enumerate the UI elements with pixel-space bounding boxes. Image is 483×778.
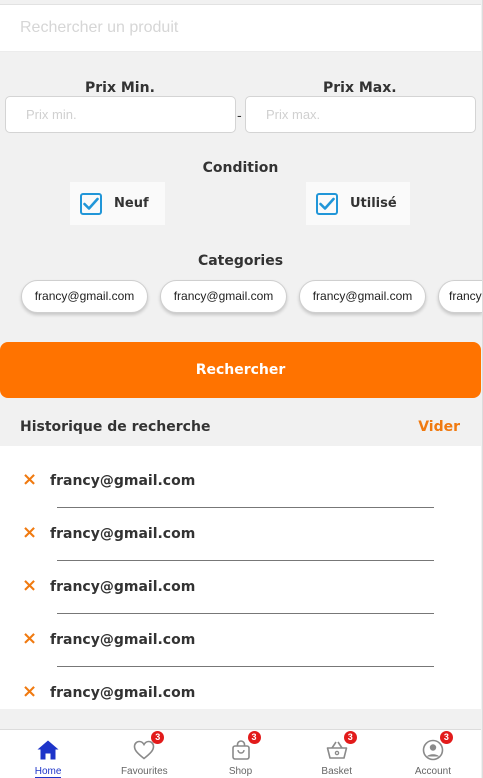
price-max-input[interactable] [245, 96, 476, 133]
price-max-label: Prix Max. [323, 80, 397, 96]
checkbox-checked-icon[interactable] [316, 192, 338, 215]
nav-label: Shop [228, 766, 253, 777]
category-chip[interactable]: francy@gmail.com [160, 280, 287, 313]
condition-option-utilise[interactable]: Utilisé [306, 182, 410, 225]
shopping-bag-icon: 3 [229, 731, 261, 762]
history-item-text[interactable]: francy@gmail.com [50, 579, 195, 595]
nav-item-favourites[interactable]: 3 Favourites [96, 730, 192, 778]
categories-title: Categories [197, 253, 284, 269]
category-chip[interactable]: francy@gmail.com [299, 280, 426, 313]
history-item[interactable]: × francy@gmail.com [0, 456, 481, 509]
history-list: × francy@gmail.com × francy@gmail.com × … [0, 446, 481, 709]
history-item-text[interactable]: francy@gmail.com [50, 632, 195, 648]
history-item-text[interactable]: francy@gmail.com [50, 526, 195, 542]
history-item[interactable]: × francy@gmail.com [0, 509, 481, 562]
history-item[interactable]: × francy@gmail.com [0, 615, 481, 668]
search-input[interactable] [0, 5, 481, 51]
history-item-text[interactable]: francy@gmail.com [50, 685, 195, 701]
divider [57, 507, 434, 508]
remove-icon[interactable]: × [22, 682, 37, 702]
condition-label: Utilisé [350, 196, 397, 211]
notification-badge: 3 [343, 731, 357, 744]
nav-item-account[interactable]: 3 Account [385, 730, 481, 778]
nav-label: Home [34, 766, 62, 778]
notification-badge: 3 [151, 731, 165, 744]
notification-badge: 3 [439, 731, 453, 744]
divider [57, 560, 434, 561]
nav-label: Favourites [120, 766, 168, 777]
remove-icon[interactable]: × [22, 576, 37, 596]
notification-badge: 3 [247, 731, 261, 744]
nav-item-home[interactable]: Home [0, 730, 96, 778]
search-filter-page: Prix Min. Prix Max. - Condition Neuf Uti… [0, 0, 483, 778]
price-separator: - [237, 109, 242, 124]
category-chip[interactable]: francy@gmail.com [21, 280, 148, 313]
price-min-label: Prix Min. [85, 80, 155, 96]
divider [57, 666, 434, 667]
history-title: Historique de recherche [20, 419, 211, 435]
heart-icon: 3 [132, 731, 165, 762]
remove-icon[interactable]: × [22, 629, 37, 649]
search-button[interactable]: Rechercher [0, 342, 481, 398]
divider [57, 613, 434, 614]
condition-option-neuf[interactable]: Neuf [70, 182, 165, 225]
history-item[interactable]: × francy@gmail.com [0, 668, 481, 721]
category-chip[interactable]: francy@gmail.com [438, 280, 482, 313]
account-icon: 3 [421, 731, 453, 762]
remove-icon[interactable]: × [22, 470, 37, 490]
history-item[interactable]: × francy@gmail.com [0, 562, 481, 615]
basket-icon: 3 [325, 731, 357, 762]
checkbox-checked-icon[interactable] [80, 192, 102, 215]
history-item-text[interactable]: francy@gmail.com [50, 473, 195, 489]
nav-label: Basket [321, 766, 352, 777]
bottom-nav: Home 3 Favourites 3 Shop 3 Basket 3 Acco… [0, 729, 481, 778]
clear-history-button[interactable]: Vider [418, 419, 460, 435]
condition-title: Condition [202, 160, 279, 176]
home-icon [36, 738, 60, 762]
nav-item-shop[interactable]: 3 Shop [192, 730, 288, 778]
price-min-input[interactable] [5, 96, 236, 133]
remove-icon[interactable]: × [22, 523, 37, 543]
condition-label: Neuf [114, 196, 149, 211]
search-bar [0, 4, 481, 52]
nav-label: Account [414, 766, 451, 777]
nav-item-basket[interactable]: 3 Basket [289, 730, 385, 778]
